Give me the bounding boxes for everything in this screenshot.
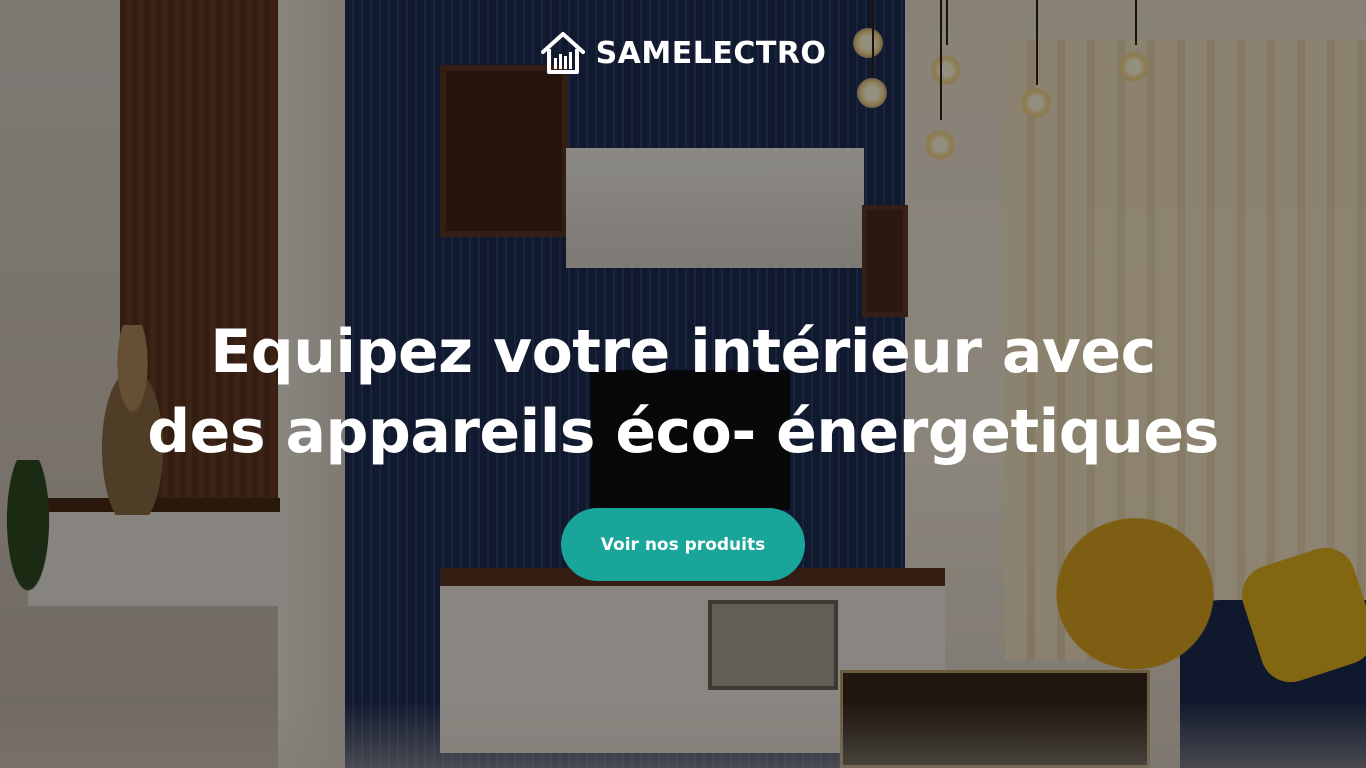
hero-section: SAMELECTRO Equipez votre intérieur avec … bbox=[0, 0, 1366, 768]
headline-line-1: Equipez votre intérieur avec bbox=[210, 317, 1156, 387]
brand-name: SAMELECTRO bbox=[595, 35, 827, 71]
house-logo-icon bbox=[540, 32, 585, 74]
brand-logo[interactable]: SAMELECTRO bbox=[0, 30, 1366, 76]
hero-headline: Equipez votre intérieur avec des apparei… bbox=[0, 312, 1366, 472]
headline-line-2: des appareils éco- énergetiques bbox=[147, 397, 1219, 467]
view-products-button[interactable]: Voir nos produits bbox=[561, 508, 805, 581]
